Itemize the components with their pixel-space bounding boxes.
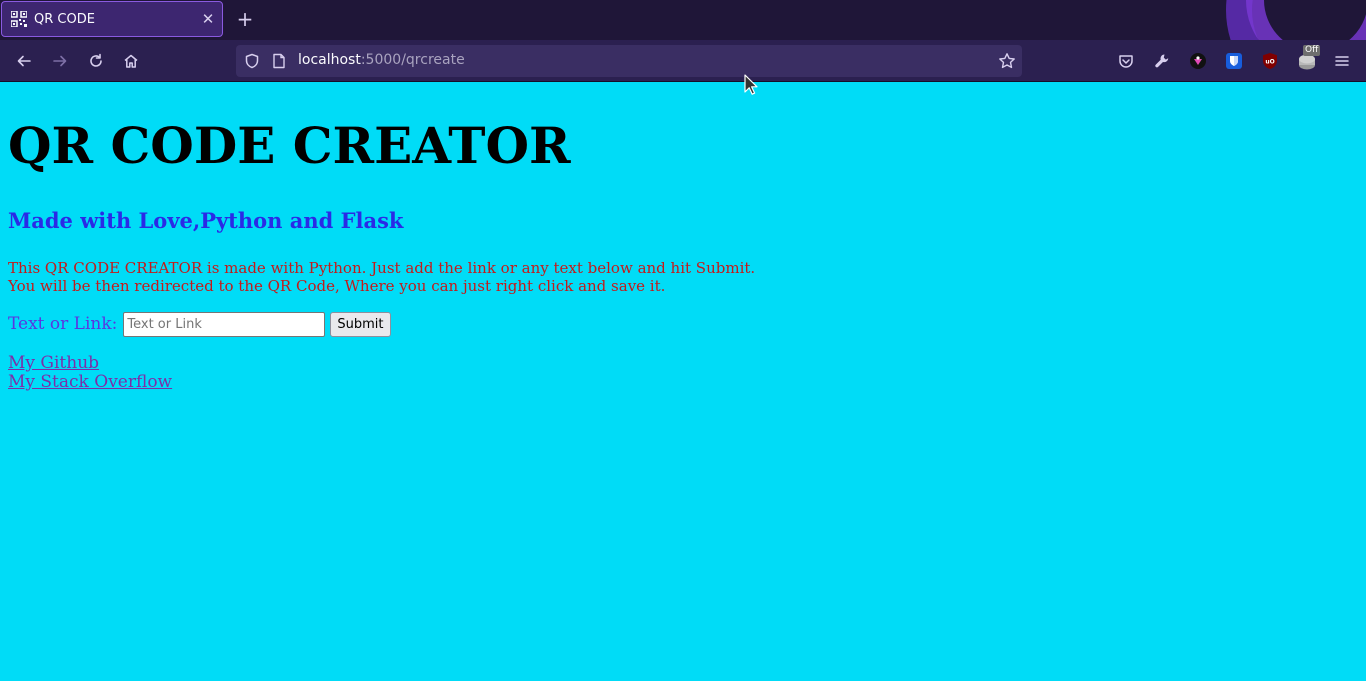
github-link[interactable]: My Github [8, 354, 172, 373]
url-host: localhost [298, 52, 361, 68]
qr-code-icon [10, 10, 28, 28]
new-tab-button[interactable]: + [234, 8, 256, 30]
theme-decoration-inner [1246, 0, 1366, 40]
back-button[interactable] [12, 50, 36, 72]
ublock-origin-icon[interactable]: uO [1260, 51, 1280, 71]
bookmark-star-icon[interactable] [998, 52, 1016, 74]
page-info-icon[interactable] [272, 53, 286, 73]
home-icon [124, 54, 138, 68]
pocket-icon[interactable] [1116, 51, 1136, 71]
stack-overflow-link[interactable]: My Stack Overflow [8, 373, 172, 392]
text-or-link-label: Text or Link: [8, 314, 118, 334]
page-title: QR CODE CREATOR [8, 116, 571, 175]
arrow-left-icon [17, 55, 31, 67]
page-description: This QR CODE CREATOR is made with Python… [8, 259, 755, 295]
url-path: :5000/qrcreate [360, 52, 465, 68]
navigation-toolbar: localhost:5000/qrcreate uO Off [0, 40, 1366, 82]
home-button[interactable] [119, 50, 143, 72]
svg-text:uO: uO [1265, 59, 1274, 66]
description-line-1: This QR CODE CREATOR is made with Python… [8, 259, 756, 277]
hamburger-menu-icon[interactable] [1332, 51, 1352, 71]
tab-strip: QR CODE ✕ + [0, 0, 1366, 40]
profile-links: My Github My Stack Overflow [8, 354, 172, 392]
arrow-right-icon [53, 55, 67, 67]
bitwarden-icon[interactable] [1224, 51, 1244, 71]
extension-off-badge: Off [1303, 45, 1321, 56]
page-body: QR CODE CREATOR Made with Love,Python an… [0, 82, 1366, 681]
close-tab-icon[interactable]: ✕ [194, 10, 222, 28]
submit-button[interactable]: Submit [330, 311, 391, 337]
url-bar[interactable]: localhost:5000/qrcreate [236, 45, 1022, 77]
privacy-extension-icon[interactable] [1188, 51, 1208, 71]
url-text[interactable]: localhost:5000/qrcreate [298, 52, 465, 68]
forward-button[interactable] [48, 50, 72, 72]
qr-form: Text or Link: Submit [8, 311, 391, 337]
reload-button[interactable] [84, 50, 108, 72]
mouse-cursor-icon [744, 74, 758, 100]
tab-active[interactable]: QR CODE ✕ [1, 1, 223, 37]
tab-title: QR CODE [34, 11, 95, 27]
shield-icon[interactable] [244, 53, 260, 73]
reload-icon [90, 53, 102, 67]
text-or-link-input[interactable] [123, 311, 326, 337]
wrench-icon[interactable] [1152, 51, 1172, 71]
description-line-2: You will be then redirected to the QR Co… [8, 277, 666, 295]
toggle-extension-icon[interactable]: Off [1296, 45, 1321, 71]
page-subtitle: Made with Love,Python and Flask [8, 208, 404, 233]
